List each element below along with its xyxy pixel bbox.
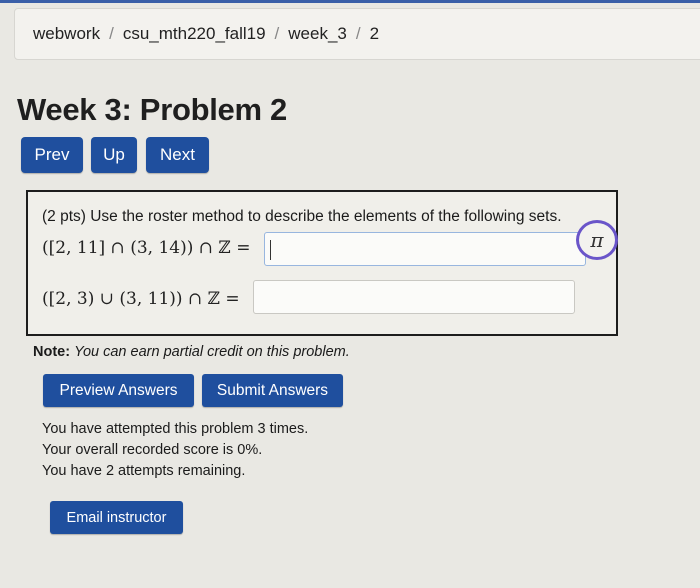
note-text: You can earn partial credit on this prob… bbox=[74, 344, 350, 360]
up-button[interactable]: Up bbox=[91, 137, 137, 173]
breadcrumb-separator: / bbox=[109, 24, 114, 43]
next-button[interactable]: Next bbox=[146, 137, 209, 173]
problem-box: (2 pts) Use the roster method to describ… bbox=[26, 190, 618, 336]
pi-symbol-icon[interactable]: π bbox=[576, 220, 618, 260]
set-expression-1: ([2, 11] ∩ (3, 14)) ∩ ℤ = bbox=[42, 238, 251, 258]
note-line: Note: You can earn partial credit on thi… bbox=[33, 344, 350, 360]
page-title: Week 3: Problem 2 bbox=[17, 92, 287, 127]
text-cursor bbox=[270, 240, 271, 260]
top-accent-bar bbox=[0, 0, 700, 3]
breadcrumb-separator: / bbox=[274, 24, 280, 43]
score-text: Your overall recorded score is 0%. bbox=[42, 442, 263, 458]
breadcrumb-separator: / bbox=[355, 24, 361, 43]
remaining-attempts-text: You have 2 attempts remaining. bbox=[42, 463, 246, 479]
problem-statement: (2 pts) Use the roster method to describ… bbox=[42, 208, 562, 225]
email-instructor-button[interactable]: Email instructor bbox=[50, 501, 183, 534]
answer-input-2[interactable] bbox=[253, 280, 575, 314]
note-label: Note: bbox=[33, 344, 71, 360]
preview-answers-button[interactable]: Preview Answers bbox=[43, 374, 194, 407]
attempts-text: You have attempted this problem 3 times. bbox=[42, 421, 309, 437]
answer-input-1[interactable] bbox=[264, 232, 586, 266]
breadcrumb: webwork / csu_mth220_fall19 / week_3 / 2 bbox=[14, 8, 700, 60]
prev-button[interactable]: Prev bbox=[21, 137, 83, 173]
breadcrumb-current-problem: 2 bbox=[369, 24, 380, 43]
breadcrumb-link-webwork[interactable]: webwork bbox=[33, 24, 100, 44]
set-expression-2: ([2, 3) ∪ (3, 11)) ∩ ℤ = bbox=[42, 289, 240, 309]
breadcrumb-link-course[interactable]: csu_mth220_fall19 bbox=[123, 24, 266, 44]
submit-answers-button[interactable]: Submit Answers bbox=[202, 374, 343, 407]
breadcrumb-link-set[interactable]: week_3 bbox=[288, 24, 347, 44]
